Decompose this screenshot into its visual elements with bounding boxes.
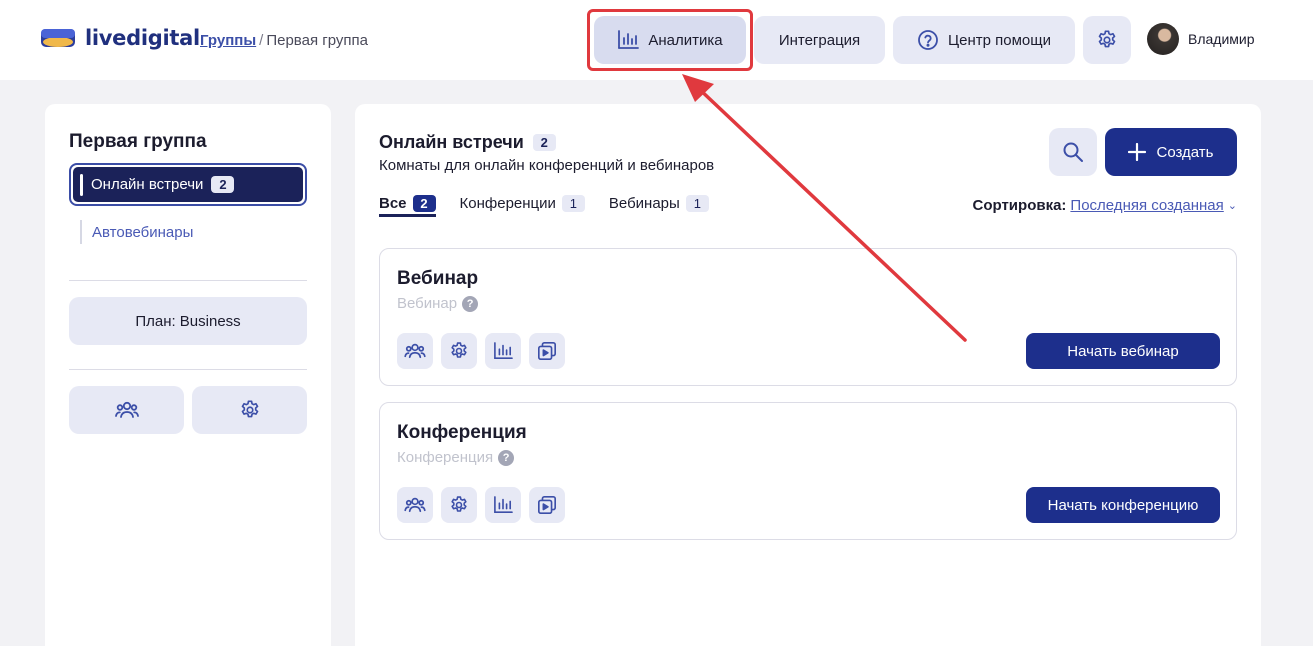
- create-button-label: Создать: [1156, 143, 1214, 161]
- user-name: Владимир: [1188, 31, 1255, 47]
- search-icon: [1063, 142, 1083, 162]
- analytics-button-label: Аналитика: [648, 31, 723, 49]
- room-card-title: Вебинар: [397, 268, 479, 289]
- question-icon[interactable]: ?: [498, 449, 515, 466]
- room-analytics-button[interactable]: [485, 333, 521, 369]
- logo-text: livedigital: [85, 26, 200, 50]
- media-icon: [538, 342, 556, 360]
- help-center-button-label: Центр помощи: [948, 31, 1051, 49]
- chevron-down-icon[interactable]: ⌄: [1228, 199, 1237, 212]
- sidebar-divider: [69, 369, 307, 370]
- room-settings-button[interactable]: [441, 487, 477, 523]
- user-menu[interactable]: Владимир: [1147, 23, 1255, 55]
- count-badge: 2: [412, 195, 436, 212]
- sidebar-item-label: Автовебинары: [92, 223, 194, 241]
- sidebar-title: Первая группа: [69, 131, 207, 152]
- room-media-button[interactable]: [529, 333, 565, 369]
- create-button[interactable]: Создать: [1105, 128, 1237, 176]
- room-card-title: Конференция: [397, 422, 527, 443]
- sidebar: Первая группа Онлайн встречи 2 Автовебин…: [45, 104, 331, 646]
- bar-chart-icon: [494, 342, 513, 360]
- plan-button[interactable]: План: Business: [69, 297, 307, 345]
- logo[interactable]: livedigital: [40, 26, 200, 50]
- room-card-conference: Конференция Конференция ? Начать конфере…: [379, 402, 1237, 540]
- count-badge: 1: [685, 195, 709, 212]
- room-card-type: Конференция ?: [397, 449, 515, 466]
- breadcrumb-separator: /: [259, 32, 264, 49]
- sidebar-item-online-meetings[interactable]: Онлайн встречи 2: [69, 163, 307, 206]
- page-subtitle: Комнаты для онлайн конференций и вебинар…: [379, 157, 715, 174]
- logo-icon: [41, 29, 75, 47]
- sidebar-item-autowebinars[interactable]: Автовебинары: [80, 220, 193, 244]
- sidebar-item-label: Онлайн встречи: [91, 176, 204, 193]
- active-indicator: [80, 173, 83, 196]
- gear-icon: [451, 342, 467, 358]
- plus-icon: [1128, 143, 1147, 161]
- tab-webinars[interactable]: Вебинары 1: [609, 195, 709, 217]
- room-analytics-button[interactable]: [485, 487, 521, 523]
- question-circle-icon: [918, 30, 938, 50]
- participants-button[interactable]: [69, 386, 184, 434]
- main-panel: Онлайн встречи 2 Комнаты для онлайн конф…: [355, 104, 1261, 646]
- room-card-actions: [397, 487, 565, 523]
- analytics-button[interactable]: Аналитика: [594, 16, 746, 64]
- integration-button[interactable]: Интеграция: [754, 16, 885, 64]
- gear-icon: [241, 400, 258, 418]
- sort-control: Сортировка: Последняя созданная ⌄: [973, 197, 1238, 214]
- room-card-webinar: Вебинар Вебинар ? Начать вебинар: [379, 248, 1237, 386]
- group-settings-button[interactable]: [192, 386, 307, 434]
- start-conference-button[interactable]: Начать конференцию: [1026, 487, 1220, 523]
- count-badge: 1: [561, 195, 585, 212]
- bar-chart-icon: [618, 30, 640, 49]
- count-badge: 2: [211, 176, 235, 193]
- tab-conferences[interactable]: Конференции 1: [460, 195, 585, 217]
- count-badge: 2: [532, 134, 556, 151]
- room-media-button[interactable]: [529, 487, 565, 523]
- question-icon[interactable]: ?: [462, 295, 479, 312]
- page-title-text: Онлайн встречи: [379, 132, 524, 152]
- room-settings-button[interactable]: [441, 333, 477, 369]
- tab-label: Конференции: [459, 195, 556, 212]
- breadcrumb-groups-link[interactable]: Группы: [200, 32, 256, 49]
- bar-chart-icon: [494, 496, 513, 514]
- settings-button[interactable]: [1083, 16, 1131, 64]
- sidebar-divider: [69, 280, 307, 281]
- help-center-button[interactable]: Центр помощи: [893, 16, 1075, 64]
- room-card-type: Вебинар ?: [397, 295, 479, 312]
- plan-button-label: План: Business: [135, 312, 241, 330]
- tab-label: Все: [379, 195, 407, 212]
- room-card-type-label: Вебинар: [397, 295, 458, 312]
- room-card-actions: [397, 333, 565, 369]
- users-icon: [404, 343, 426, 359]
- users-icon: [114, 401, 139, 418]
- sort-dropdown[interactable]: Последняя созданная: [1070, 197, 1223, 214]
- tabs: Все 2 Конференции 1 Вебинары 1: [379, 195, 709, 217]
- breadcrumb: Группы / Первая группа: [200, 32, 368, 49]
- tab-label: Вебинары: [608, 195, 680, 212]
- sort-label: Сортировка:: [972, 197, 1067, 214]
- users-icon: [404, 497, 426, 513]
- tab-all[interactable]: Все 2: [379, 195, 436, 217]
- media-icon: [538, 496, 556, 514]
- room-participants-button[interactable]: [397, 487, 433, 523]
- page-title: Онлайн встречи 2: [379, 132, 556, 153]
- top-header: livedigital Группы / Первая группа Аналити…: [0, 0, 1313, 80]
- room-card-type-label: Конференция: [397, 449, 494, 466]
- gear-icon: [451, 496, 467, 512]
- sidebar-item-online-meetings-inner: Онлайн встречи 2: [73, 167, 303, 202]
- search-button[interactable]: [1049, 128, 1097, 176]
- room-participants-button[interactable]: [397, 333, 433, 369]
- start-webinar-button[interactable]: Начать вебинар: [1026, 333, 1220, 369]
- avatar: [1147, 23, 1179, 55]
- gear-icon: [1098, 30, 1116, 48]
- breadcrumb-current: Первая группа: [266, 32, 368, 49]
- integration-button-label: Интеграция: [778, 31, 861, 49]
